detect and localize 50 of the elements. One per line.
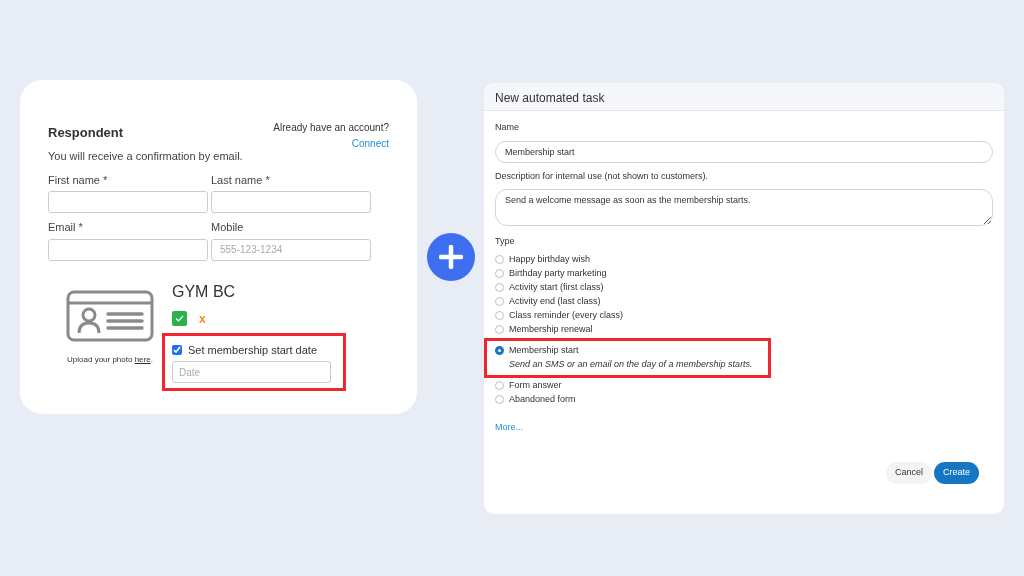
field-label: First name * [48, 172, 109, 188]
radio-label: Form answer [509, 378, 562, 392]
field-label: Last name * [211, 172, 271, 188]
input-field[interactable]: 555-123-1234 [211, 238, 371, 261]
account-prompt: Already have an account? [273, 121, 389, 135]
field-label: Type [495, 235, 516, 248]
radio-label: Activity end (last class) [509, 294, 601, 308]
id-card-icon [66, 289, 154, 342]
radio-button[interactable] [495, 395, 504, 404]
radio-button[interactable] [495, 381, 504, 390]
radio-button[interactable] [495, 325, 504, 334]
field-label: Name [495, 121, 520, 134]
radio-button[interactable] [495, 311, 504, 320]
date-field[interactable]: Date [172, 361, 331, 383]
create-button[interactable]: Create [934, 462, 979, 484]
radio-label: Birthday party marketing [509, 266, 607, 280]
name-field[interactable]: Membership start [495, 140, 993, 163]
subtitle-text: You will receive a confirmation by email. [48, 149, 244, 164]
dialog-title: New automated task [484, 83, 1004, 111]
gym-name: GYM BC [172, 281, 237, 302]
section-title: Respondent [48, 124, 124, 142]
radio-button[interactable] [495, 269, 504, 278]
radio-button[interactable] [495, 283, 504, 292]
more-link[interactable]: More... [495, 420, 523, 434]
input-field[interactable] [48, 191, 208, 213]
description-field[interactable]: Send a welcome message as soon as the membership starts. [495, 189, 993, 226]
cancel-button[interactable]: Cancel [885, 462, 932, 484]
field-label: Mobile [211, 220, 245, 235]
add-button[interactable] [426, 233, 475, 281]
upload-link[interactable]: here [134, 354, 151, 364]
checkbox[interactable] [172, 344, 182, 355]
radio-button[interactable] [495, 255, 504, 264]
radio-label: Membership start [509, 343, 579, 357]
connect-link[interactable]: Connect [351, 136, 389, 151]
photo-caption: Upload your photo here. [67, 353, 153, 366]
field-label: Email * [48, 220, 84, 235]
radio-button[interactable] [495, 297, 504, 306]
input-field[interactable] [211, 191, 371, 213]
plus-icon [438, 245, 463, 269]
field-label: Description for internal use (not shown to customers). [495, 169, 710, 183]
check-icon[interactable] [172, 311, 187, 326]
input-field[interactable] [48, 238, 208, 261]
radio-label: Abandoned form [509, 392, 576, 406]
radio-label: Class reminder (every class) [509, 308, 624, 322]
radio-label: Activity start (first class) [509, 280, 604, 294]
radio-label: Membership renewal [509, 322, 593, 336]
checkbox-label: Set membership start date [188, 342, 317, 358]
radio-label: Happy birthday wish [509, 252, 591, 266]
option-description: Send an SMS or an email on the day of a membership starts. [509, 357, 754, 371]
radio-button[interactable] [495, 346, 504, 355]
